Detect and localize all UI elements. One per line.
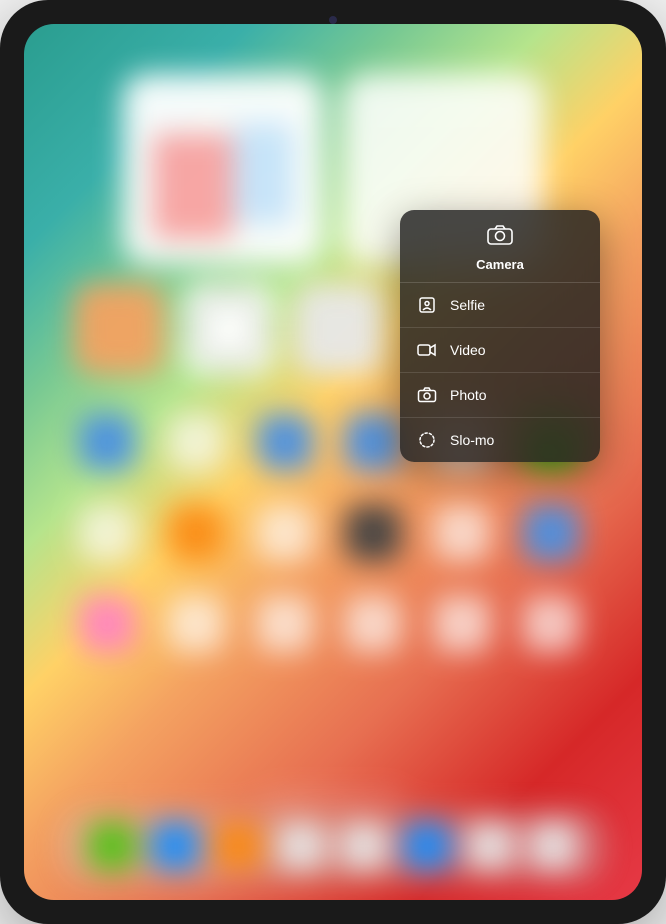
portrait-icon: [416, 294, 438, 316]
camera-icon: [416, 384, 438, 406]
dock-app-icon: [466, 822, 514, 870]
app-icon: [79, 596, 135, 652]
clock-widget: [184, 284, 274, 374]
slomo-icon: [416, 429, 438, 451]
app-icon: [257, 505, 313, 561]
menu-item-photo[interactable]: Photo: [400, 373, 600, 418]
camera-icon: [486, 224, 514, 251]
app-icon: [257, 596, 313, 652]
app-icon: [345, 505, 401, 561]
screen: Camera Selfie: [24, 24, 642, 900]
ipad-frame: Camera Selfie: [0, 0, 666, 924]
menu-item-video[interactable]: Video: [400, 328, 600, 373]
menu-item-label: Video: [450, 342, 486, 358]
dock-app-icon: [529, 822, 577, 870]
calendar-widget: [123, 74, 323, 264]
app-icon: [434, 505, 490, 561]
blurred-homescreen: [24, 24, 642, 900]
app-icon: [345, 596, 401, 652]
dock-app-icon: [152, 822, 200, 870]
video-icon: [416, 339, 438, 361]
dock: [61, 810, 605, 882]
app-icon: [168, 505, 224, 561]
app-icon: [523, 505, 579, 561]
menu-item-label: Slo-mo: [450, 432, 494, 448]
app-icon: [257, 414, 313, 470]
menu-item-label: Selfie: [450, 297, 485, 313]
dock-app-icon: [89, 822, 137, 870]
widget-small: [294, 284, 384, 374]
app-icon: [345, 414, 401, 470]
widget-small: [74, 284, 164, 374]
dock-app-icon: [340, 822, 388, 870]
app-icon: [523, 596, 579, 652]
menu-item-selfie[interactable]: Selfie: [400, 283, 600, 328]
menu-header[interactable]: Camera: [400, 210, 600, 283]
home-indicator: [263, 795, 403, 800]
dock-app-icon: [403, 822, 451, 870]
menu-item-label: Photo: [450, 387, 487, 403]
app-icon: [168, 596, 224, 652]
menu-item-slomo[interactable]: Slo-mo: [400, 418, 600, 462]
app-icon: [79, 414, 135, 470]
menu-title: Camera: [476, 257, 524, 272]
camera-context-menu: Camera Selfie: [400, 210, 600, 462]
dock-app-icon: [277, 822, 325, 870]
app-icon: [168, 414, 224, 470]
front-camera: [329, 16, 337, 24]
dock-app-icon: [215, 822, 263, 870]
app-icon: [79, 505, 135, 561]
app-icon: [434, 596, 490, 652]
